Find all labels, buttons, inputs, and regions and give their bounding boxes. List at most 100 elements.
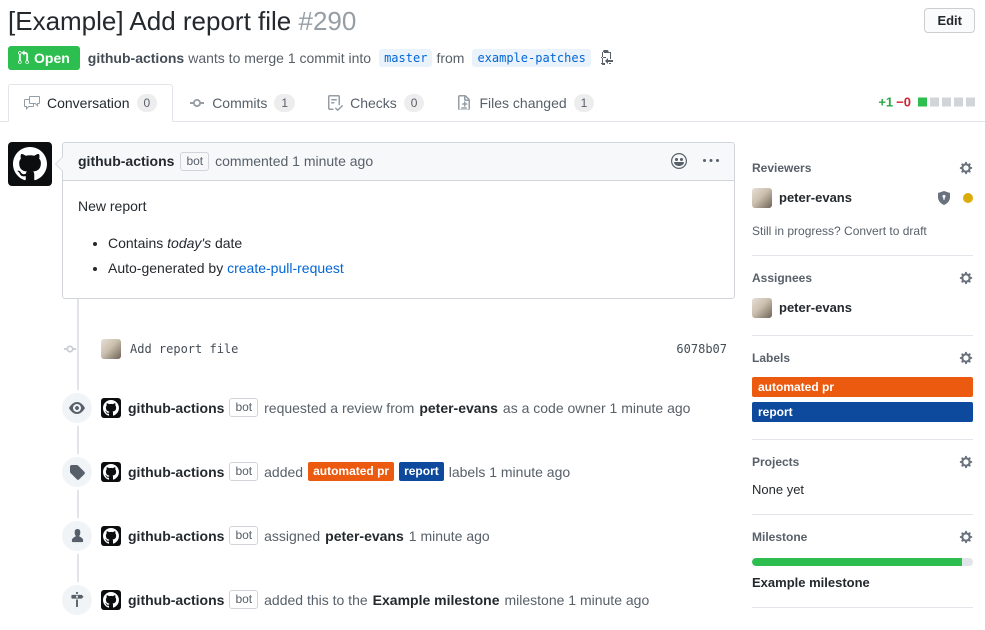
head-branch-label[interactable]: example-patches [472, 49, 590, 67]
milestone-heading-row[interactable]: Milestone [752, 530, 973, 544]
pr-state-label: Open [34, 50, 70, 66]
comment-discussion-icon [24, 95, 40, 111]
tab-conversation-label: Conversation [47, 95, 130, 111]
event-target[interactable]: Example milestone [373, 592, 500, 608]
merge-from-text: from [436, 50, 464, 66]
event-target[interactable]: peter-evans [419, 400, 498, 416]
bot-badge: bot [229, 462, 258, 481]
assignee-name[interactable]: peter-evans [779, 300, 852, 315]
event-author[interactable]: github-actions [128, 592, 224, 608]
event-labels-added: github-actions bot added automated pr re… [8, 457, 735, 487]
reviewer-row: peter-evans [752, 188, 973, 208]
list-item: Auto-generated by create-pull-request [108, 258, 719, 279]
projects-heading: Projects [752, 455, 799, 469]
comment-action-text: commented 1 minute ago [215, 153, 373, 169]
octocat-icon [13, 147, 47, 181]
sidebar-section-labels: Labels automated pr report [752, 336, 973, 440]
event-text: added [264, 464, 303, 480]
octocat-icon [103, 400, 119, 416]
tab-commits-label: Commits [212, 95, 267, 111]
event-text: 1 minute ago [409, 528, 490, 544]
sidebar-section-reviewers: Reviewers peter-evans Still in progress?… [752, 142, 973, 256]
avatar[interactable] [8, 142, 52, 186]
commit-row: Add report file 6078b07 [8, 339, 735, 359]
avatar[interactable] [752, 188, 772, 208]
tab-conversation[interactable]: Conversation 0 [8, 84, 173, 122]
projects-heading-row[interactable]: Projects [752, 455, 973, 469]
bullet-italic-text: today's [167, 235, 211, 251]
gear-icon[interactable] [959, 351, 973, 365]
label-automated-pr[interactable]: automated pr [752, 377, 973, 397]
reviewers-heading-row[interactable]: Reviewers [752, 161, 973, 175]
tab-files-changed-label: Files changed [479, 95, 566, 111]
reviewers-heading: Reviewers [752, 161, 811, 175]
tab-checks-label: Checks [350, 95, 397, 111]
pr-description-comment: github-actions bot commented 1 minute ag… [8, 142, 735, 299]
sidebar-section-projects: Projects None yet [752, 440, 973, 515]
gear-icon[interactable] [959, 271, 973, 285]
base-branch-label[interactable]: master [379, 49, 432, 67]
avatar[interactable] [101, 339, 121, 359]
list-item: Contains today's date [108, 233, 719, 254]
labels-heading-row[interactable]: Labels [752, 351, 973, 365]
event-target[interactable]: peter-evans [325, 528, 404, 544]
pr-title: [Example] Add report file #290 [8, 5, 975, 38]
tab-commits[interactable]: Commits 1 [173, 84, 311, 122]
avatar[interactable] [101, 462, 121, 482]
copy-branch-icon[interactable] [599, 50, 613, 66]
smiley-icon[interactable] [671, 153, 687, 169]
shield-lock-icon [936, 190, 952, 206]
avatar[interactable] [101, 526, 121, 546]
comment-box: github-actions bot commented 1 minute ag… [62, 142, 735, 299]
assignee-row: peter-evans [752, 298, 973, 318]
event-text: labels 1 minute ago [449, 464, 570, 480]
comment-header-actions [671, 153, 719, 169]
event-author[interactable]: github-actions [128, 400, 224, 416]
eye-icon [62, 393, 92, 423]
event-author[interactable]: github-actions [128, 464, 224, 480]
event-author[interactable]: github-actions [128, 528, 224, 544]
commit-message[interactable]: Add report file [130, 342, 238, 356]
label-report[interactable]: report [752, 402, 973, 422]
convert-to-draft-link[interactable]: Convert to draft [844, 224, 927, 238]
kebab-menu-icon[interactable] [703, 153, 719, 169]
comment-author[interactable]: github-actions [78, 153, 174, 169]
avatar[interactable] [101, 590, 121, 610]
tab-checks[interactable]: Checks 0 [311, 84, 440, 122]
reviewer-status-icons [936, 190, 973, 206]
tab-files-changed[interactable]: Files changed 1 [440, 84, 610, 122]
milestone-icon [62, 585, 92, 615]
pr-tabbar: Conversation 0 Commits 1 Checks 0 Files … [0, 84, 985, 122]
gear-icon[interactable] [959, 455, 973, 469]
edit-button[interactable]: Edit [924, 8, 975, 33]
convert-to-draft-note: Still in progress? Convert to draft [752, 224, 973, 238]
diffstat: +1 −0 [878, 95, 975, 110]
git-pull-request-icon [18, 50, 29, 65]
octocat-icon [103, 528, 119, 544]
assignees-heading-row[interactable]: Assignees [752, 271, 973, 285]
milestone-name[interactable]: Example milestone [752, 575, 973, 590]
label-automated-pr[interactable]: automated pr [308, 462, 394, 480]
avatar[interactable] [752, 298, 772, 318]
gear-icon[interactable] [959, 530, 973, 544]
create-pull-request-link[interactable]: create-pull-request [227, 260, 344, 276]
gear-icon[interactable] [959, 161, 973, 175]
tab-files-changed-count: 1 [574, 94, 595, 112]
projects-empty-text: None yet [752, 482, 973, 497]
diffstat-block [966, 98, 975, 107]
event-milestone-added: github-actions bot added this to the Exa… [8, 585, 735, 615]
sidebar-section-assignees: Assignees peter-evans [752, 256, 973, 336]
commit-sha[interactable]: 6078b07 [676, 342, 727, 356]
milestone-progress-fill [752, 558, 962, 566]
event-text: assigned [264, 528, 320, 544]
event-assigned: github-actions bot assigned peter-evans … [8, 521, 735, 551]
pr-author[interactable]: github-actions [88, 50, 184, 66]
git-commit-icon [189, 95, 205, 111]
milestone-progress-bar [752, 558, 973, 566]
git-commit-icon [63, 339, 77, 359]
pending-review-dot [963, 193, 973, 203]
avatar[interactable] [101, 398, 121, 418]
timeline-column: github-actions bot commented 1 minute ag… [8, 142, 735, 615]
reviewer-name[interactable]: peter-evans [779, 190, 852, 205]
label-report[interactable]: report [399, 462, 444, 480]
